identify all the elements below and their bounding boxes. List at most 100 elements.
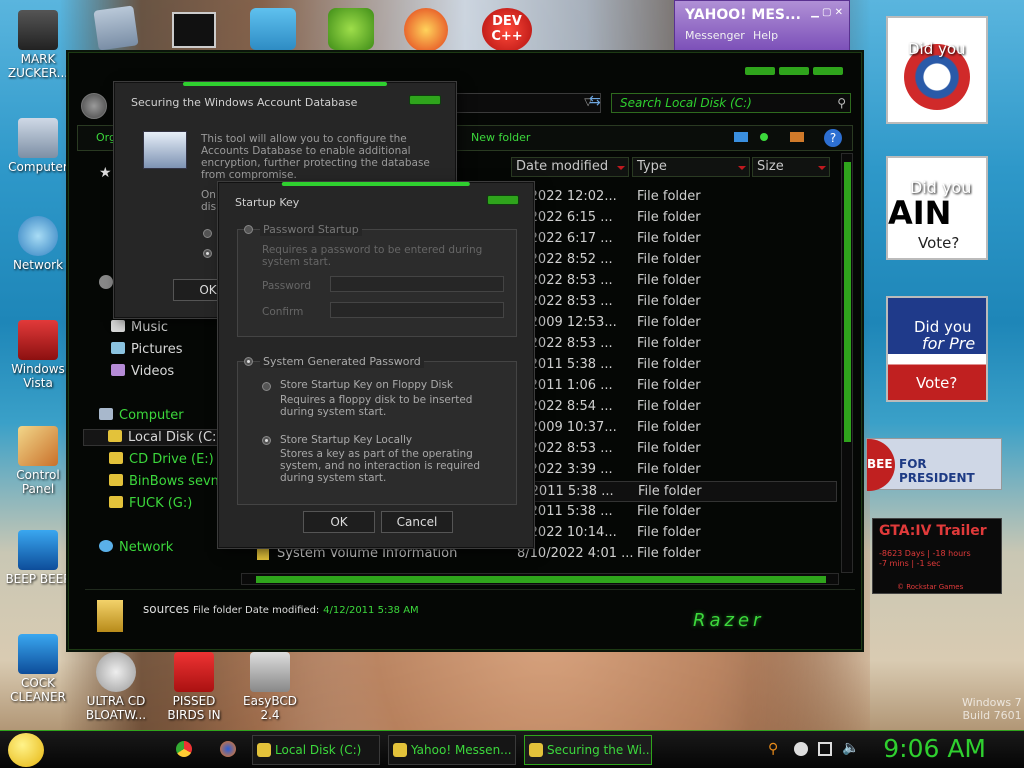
column-header-type[interactable]: Type [632,157,750,177]
close-button[interactable] [487,195,519,205]
firefox-icon[interactable] [220,741,236,757]
cd-drive-icon [109,452,123,464]
tray-icon[interactable] [794,742,808,756]
encryption-radio-enabled[interactable] [203,249,212,258]
refresh-icon[interactable]: ⇆ [589,93,601,109]
password-startup-label: Password Startup [260,223,362,236]
videos-icon [111,364,125,376]
razer-logo: Razer [693,610,765,631]
drive-icon [18,634,58,674]
desktop-icon-cock-cleaner[interactable]: COCK CLEANER [4,634,72,704]
nav-item-music[interactable]: Music [111,320,168,335]
desktop-icon-ultra-cd[interactable]: ULTRA CD BLOATW... [82,652,150,722]
scroll-thumb[interactable] [844,162,851,442]
taskbar-button-local-disk[interactable]: Local Disk (C:) [252,735,380,765]
taskbar-clock[interactable]: 9:06 AM [883,734,986,763]
yahoo-messenger-window[interactable]: YAHOO! MES... ▁ ▢ ✕ Messenger Help [674,0,850,52]
yahoo-menu-messenger[interactable]: Messenger [685,29,745,42]
close-button[interactable] [813,67,843,75]
pig-icon[interactable] [328,8,374,50]
computer-icon [18,118,58,158]
column-header-size[interactable]: Size [752,157,830,177]
floppy-desc: Requires a floppy disk to be inserted du… [280,394,473,418]
organize-button[interactable]: Org [96,131,116,144]
close-button[interactable] [409,95,441,105]
confirm-input[interactable] [330,302,504,318]
confirm-label: Confirm [262,306,304,318]
gta-countdown-gadget[interactable]: GTA:IV Trailer -8623 Days | -18 hours -7… [872,518,1002,594]
desktop-icon-easybcd[interactable]: EasyBCD 2.4 [236,652,304,722]
folder-icon[interactable] [93,5,139,51]
chrome-icon[interactable] [176,741,192,757]
row-type: File folder [637,441,701,456]
desktop-icon-computer[interactable]: Computer [4,118,72,174]
back-button[interactable] [81,93,107,119]
row-type: File folder [637,252,701,267]
partial-text: dis [201,201,217,213]
startup-key-dialog[interactable]: Startup Key Password Startup Requires a … [218,182,534,548]
vertical-scrollbar[interactable] [841,153,853,573]
ok-button[interactable]: OK [303,511,375,533]
store-locally-radio[interactable] [262,436,271,445]
desktop-icon-mark[interactable]: MARK ZUCKER... [4,10,72,80]
system-generated-label: System Generated Password [260,355,424,368]
app-icon[interactable] [250,8,296,50]
folder-icon [257,548,269,560]
row-type: File folder [637,273,701,288]
yahoo-menu-help[interactable]: Help [753,29,778,42]
nav-item-videos[interactable]: Videos [111,364,174,379]
row-type: File folder [637,399,701,414]
cd-icon [96,652,136,692]
yahoo-window-controls[interactable]: ▁ ▢ ✕ [811,7,843,18]
nav-item-computer[interactable]: Computer [99,408,184,423]
taskbar-button-securing[interactable]: Securing the Wi... [524,735,652,765]
network-tray-icon[interactable] [818,742,832,756]
row-type: File folder [637,504,701,519]
encryption-radio-disabled[interactable] [203,229,212,238]
password-startup-radio[interactable] [244,225,253,234]
obama-gadget[interactable]: Did you [886,16,988,124]
desktop-icon-beep[interactable]: BEEP BEEP [4,530,72,586]
minimize-button[interactable] [745,67,775,75]
nav-item-local-disk[interactable]: Local Disk (C:) [83,429,221,446]
new-folder-button[interactable]: New folder [471,131,530,144]
help-icon[interactable]: ? [824,129,842,147]
scroll-thumb[interactable] [256,576,826,583]
system-generated-radio[interactable] [244,357,253,366]
nav-item-binbows[interactable]: BinBows sevne [109,474,227,489]
start-button-smiley-icon[interactable] [8,733,44,767]
floppy-radio[interactable] [262,382,271,391]
mccain-gadget[interactable]: Did you AIN Vote? [886,156,988,260]
nav-item-cd-drive[interactable]: CD Drive (E:) [109,452,214,467]
p-app-icon[interactable] [404,8,448,52]
search-input[interactable]: Search Local Disk (C:) ⚲ [611,93,851,113]
nav-item-fuck-drive[interactable]: FUCK (G:) [109,496,192,511]
desktop-icon-recycle[interactable]: Windows Vista [4,320,72,390]
cancel-button[interactable]: Cancel [381,511,453,533]
window-controls[interactable] [745,67,843,75]
password-input[interactable] [330,276,504,292]
taskbar-button-yahoo[interactable]: Yahoo! Messen... [388,735,516,765]
view-icon[interactable] [734,132,748,142]
horizontal-scrollbar[interactable] [241,573,839,585]
status-dot-icon[interactable] [760,133,768,141]
cmd-icon[interactable] [172,12,216,48]
desktop-icon-control-panel[interactable]: Control Panel [4,426,72,496]
search-icon[interactable]: ⚲ [768,741,778,757]
gadget-title: GTA:IV Trailer [879,523,987,539]
pane-icon[interactable] [790,132,804,142]
store-locally-desc: Stores a key as part of the operating sy… [280,448,480,484]
maximize-button[interactable] [779,67,809,75]
vote-gadget[interactable]: Did you for Pre Vote? [886,296,988,402]
nav-item-pictures[interactable]: Pictures [111,342,182,357]
volume-icon[interactable]: 🔈 [842,740,859,756]
folder-icon [97,600,123,632]
column-header-date[interactable]: Date modified [511,157,629,177]
dev-cpp-icon[interactable]: DEV C++ [482,8,532,52]
nav-item-network[interactable]: Network [99,540,173,555]
desktop-icon-pissed-birds[interactable]: PISSED BIRDS IN [160,652,228,722]
computer-key-icon [143,131,187,169]
desktop-icon-network[interactable]: Network [4,216,72,272]
huckabee-gadget[interactable]: BEE FOR PRESIDENT [866,438,1002,491]
drive-icon [109,474,123,486]
